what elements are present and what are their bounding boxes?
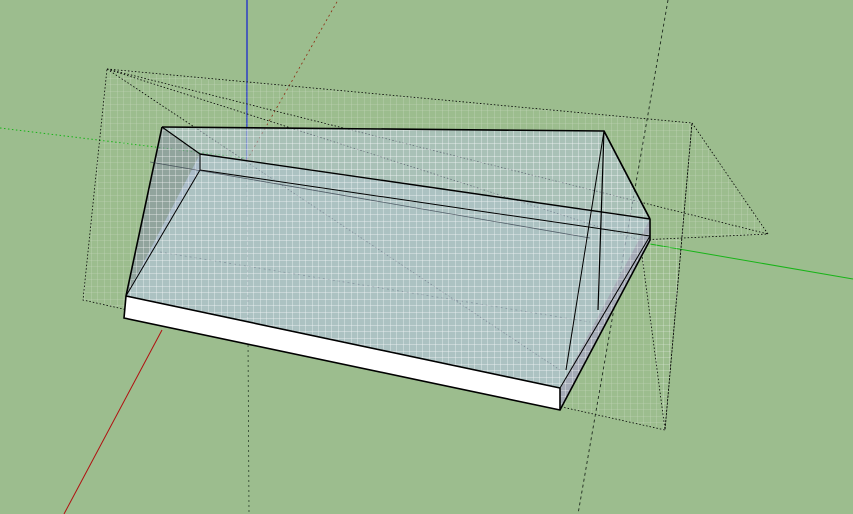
red-axis [63,329,163,514]
glass-box-model[interactable] [123,126,651,411]
modeling-viewport[interactable] [0,0,853,514]
scene-canvas[interactable] [0,0,853,514]
